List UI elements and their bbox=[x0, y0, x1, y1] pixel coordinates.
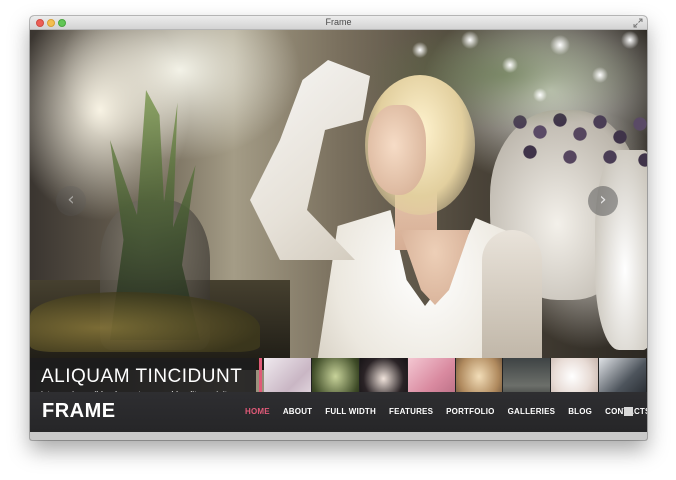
fullscreen-icon[interactable] bbox=[633, 18, 643, 28]
window-title: Frame bbox=[325, 17, 352, 27]
nav-item-home[interactable]: HOME bbox=[245, 407, 270, 416]
nav-item-portfolio[interactable]: PORTFOLIO bbox=[446, 407, 494, 416]
nav-item-features[interactable]: FEATURES bbox=[389, 407, 433, 416]
site-header: FRAME HOME ABOUT FULL WIDTH FEATURES POR… bbox=[30, 392, 647, 432]
nav-item-blog[interactable]: BLOG bbox=[568, 407, 592, 416]
nav-item-galleries[interactable]: GALLERIES bbox=[508, 407, 556, 416]
nav-item-about[interactable]: ABOUT bbox=[283, 407, 312, 416]
title-bar: Frame bbox=[30, 16, 647, 30]
chevron-left-icon[interactable]: ‹ bbox=[56, 186, 86, 216]
face-shape bbox=[368, 105, 426, 195]
hero-slider-image: ‹ › ALIQUAM TINCIDUNT integer risus nibh… bbox=[30, 30, 647, 408]
caption-title: ALIQUAM TINCIDUNT bbox=[41, 366, 243, 387]
chevron-right-icon[interactable]: › bbox=[588, 186, 618, 216]
main-nav: HOME ABOUT FULL WIDTH FEATURES PORTFOLIO… bbox=[245, 407, 647, 416]
menu-toggle-icon[interactable] bbox=[624, 407, 633, 416]
browser-window: Frame ‹ › ALIQUAM TINCIDUNT integer risu… bbox=[30, 16, 647, 440]
arm-shape bbox=[482, 230, 542, 370]
nav-item-full-width[interactable]: FULL WIDTH bbox=[325, 407, 376, 416]
window-bottom-edge bbox=[30, 432, 647, 440]
site-logo[interactable]: FRAME bbox=[42, 400, 116, 423]
